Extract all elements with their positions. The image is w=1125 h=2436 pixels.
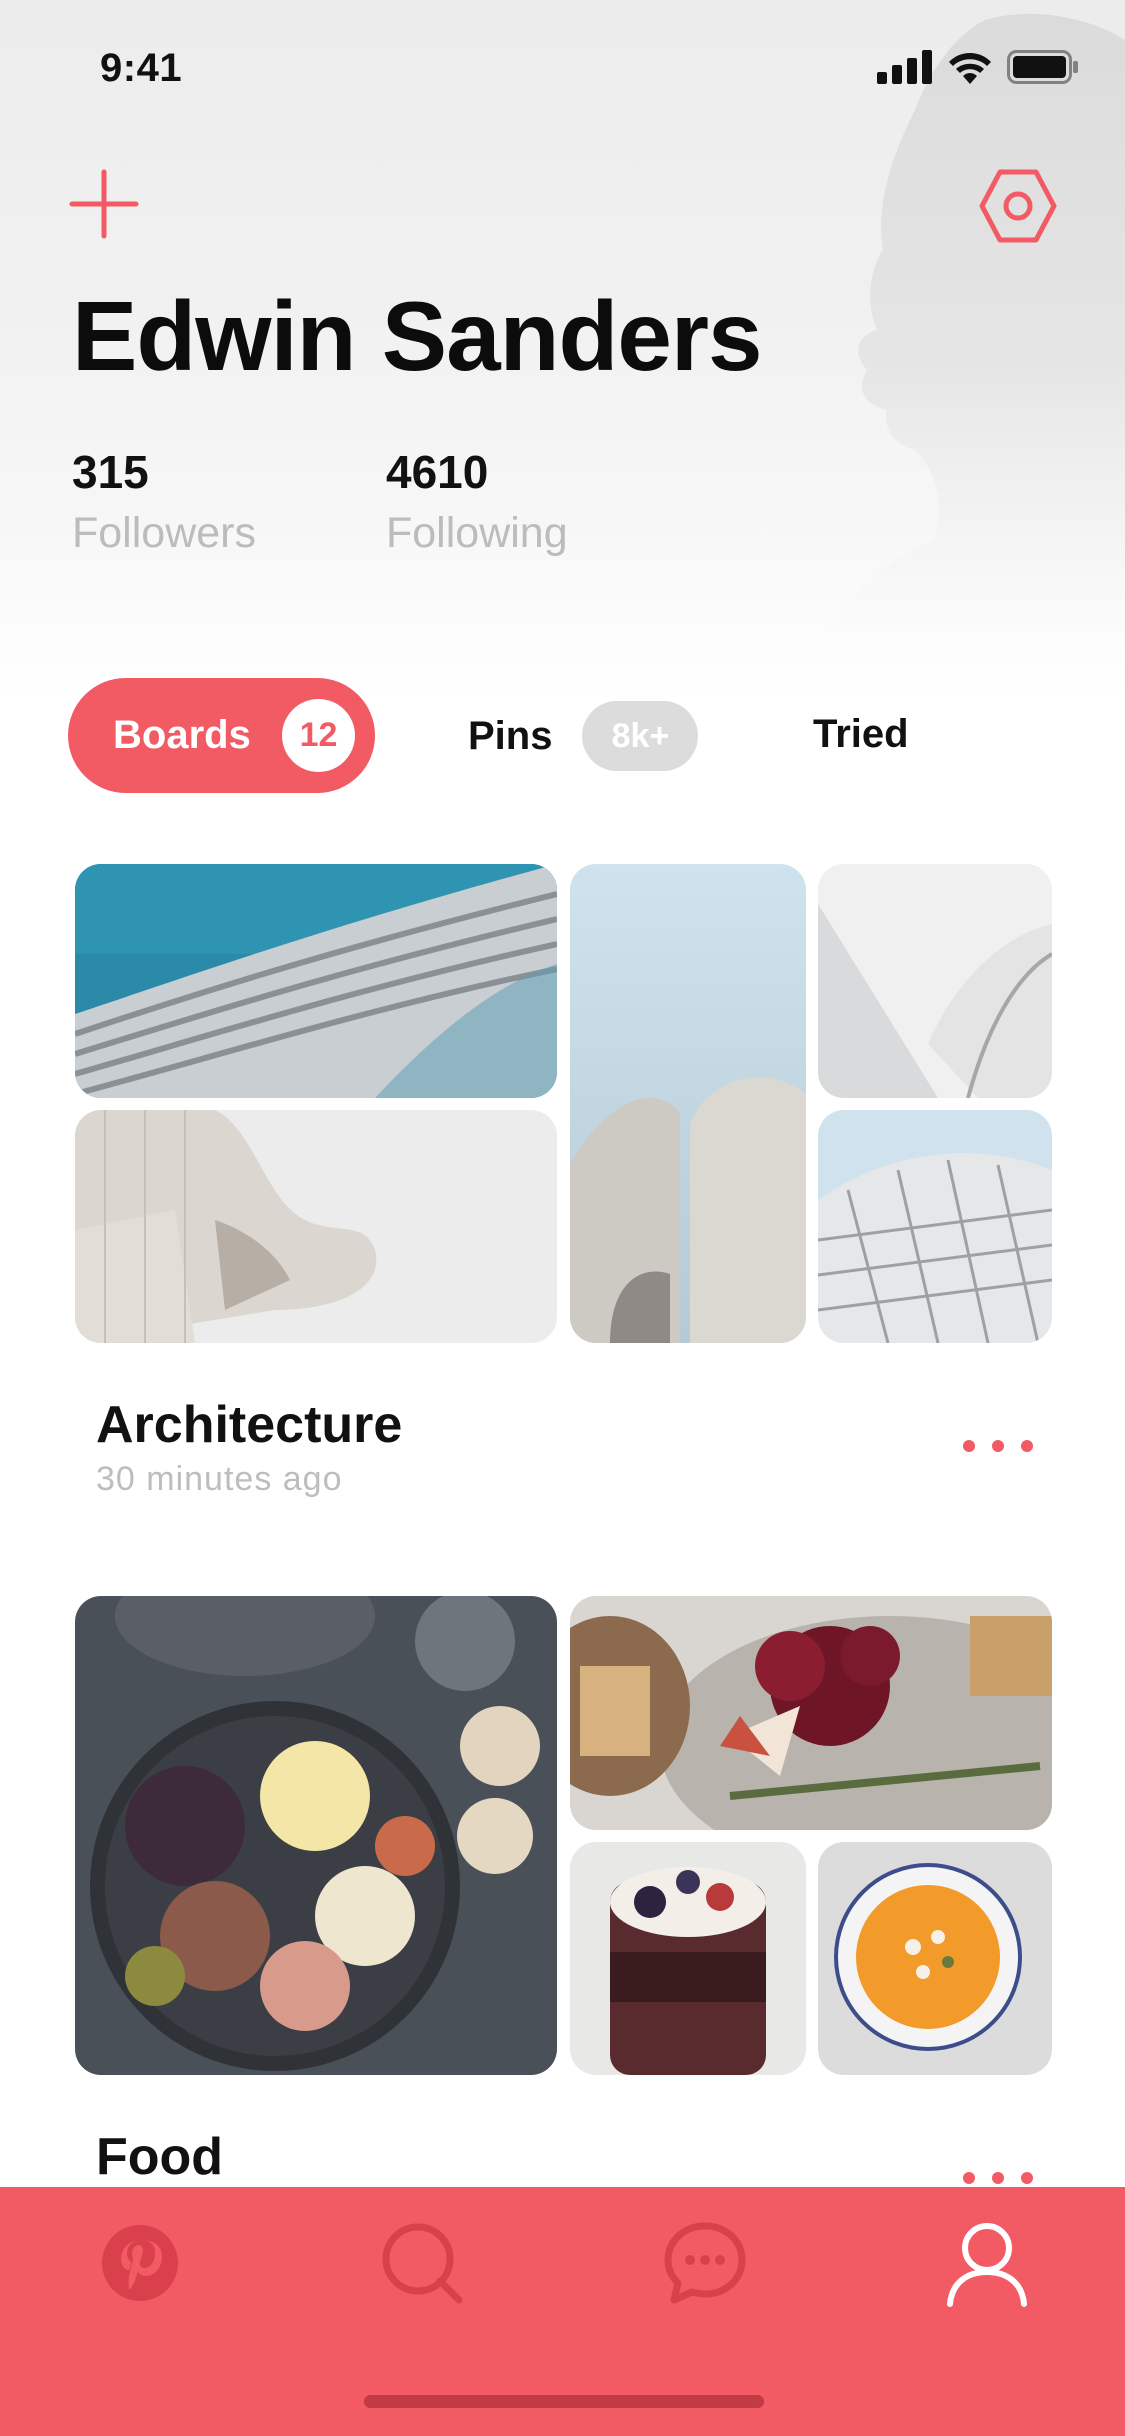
profile-screen: 9:41 Edwin Sanders 315 Followers 4610 Fo… <box>0 0 1125 2436</box>
architecture-photo-white-curves[interactable] <box>75 1110 557 1343</box>
tab-boards-label: Boards <box>113 713 251 757</box>
board-more-button[interactable] <box>963 1434 1033 1458</box>
architecture-photo-shell-roof[interactable] <box>818 864 1052 1098</box>
chat-icon[interactable] <box>660 2218 750 2308</box>
following-stat[interactable]: 4610 Following <box>386 445 568 558</box>
add-icon[interactable] <box>68 168 140 240</box>
tab-pins-label: Pins <box>468 713 553 758</box>
more-dot <box>992 2172 1004 2184</box>
settings-icon[interactable] <box>978 166 1058 246</box>
food-photo-cheese-board[interactable] <box>570 1596 1052 1830</box>
wifi-icon <box>949 53 991 84</box>
status-icons <box>877 50 1079 84</box>
tab-pins-count: 8k+ <box>582 701 699 771</box>
cellular-signal-icon <box>877 50 932 84</box>
architecture-photo-blue-facade[interactable] <box>75 864 557 1098</box>
food-photo-soup[interactable] <box>818 1842 1052 2075</box>
tab-pins[interactable]: Pins 8k+ <box>468 700 699 772</box>
following-count: 4610 <box>386 446 489 498</box>
status-time: 9:41 <box>100 46 183 90</box>
food-photo-parfait[interactable] <box>570 1842 806 2075</box>
followers-stat[interactable]: 315 Followers <box>72 445 256 558</box>
profile-name: Edwin Sanders <box>72 281 763 391</box>
pinterest-icon[interactable] <box>95 2218 185 2308</box>
more-dot <box>992 1440 1004 1452</box>
architecture-photo-lattice-dome[interactable] <box>818 1110 1052 1343</box>
more-dot <box>963 2172 975 2184</box>
following-label: Following <box>386 509 568 557</box>
tab-tried[interactable]: Tried <box>813 712 909 757</box>
more-dot <box>1021 1440 1033 1452</box>
followers-count: 315 <box>72 446 149 498</box>
battery-icon <box>1007 50 1078 84</box>
search-icon[interactable] <box>377 2218 467 2308</box>
board-updated-time: 30 minutes ago <box>96 1460 343 1498</box>
followers-label: Followers <box>72 509 256 557</box>
home-indicator[interactable] <box>364 2395 764 2408</box>
profile-portrait <box>815 13 1125 660</box>
food-photo-platter[interactable] <box>75 1596 557 2075</box>
board-title[interactable]: Food <box>96 2127 223 2187</box>
more-dot <box>963 1440 975 1452</box>
architecture-photo-tall-curve[interactable] <box>570 864 806 1343</box>
tab-boards-count: 12 <box>282 699 355 772</box>
more-dot <box>1021 2172 1033 2184</box>
profile-icon[interactable] <box>942 2218 1032 2308</box>
board-title[interactable]: Architecture <box>96 1395 402 1455</box>
tab-boards[interactable]: Boards 12 <box>68 678 375 793</box>
